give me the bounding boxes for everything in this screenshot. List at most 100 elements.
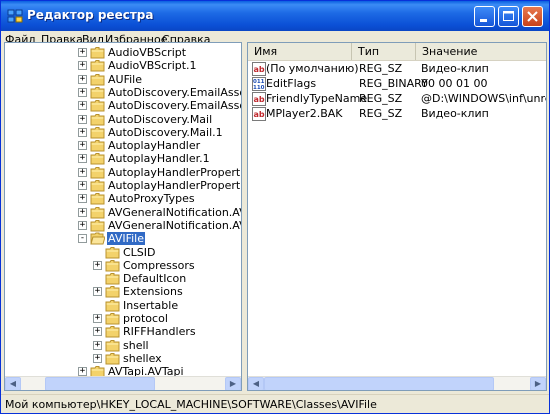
folder-icon [90,179,105,192]
expand-icon[interactable]: + [78,74,87,84]
scroll-left-button[interactable]: ◀ [248,377,264,390]
tree-item-label: AUFile [108,72,142,86]
column-header-value[interactable]: Значение [416,43,546,60]
list-item[interactable]: 011 110 EditFlags REG_BINARY 00 00 01 00 [248,77,546,91]
tree-item-label: AutoplayHandlerProperties.1 [108,179,241,192]
minimize-button[interactable] [474,6,495,27]
list-item[interactable]: ab FriendlyTypeName REG_SZ @D:\WINDOWS\inf\… [248,92,546,106]
scroll-thumb[interactable] [45,377,155,390]
expand-icon[interactable]: + [78,127,87,137]
svg-text:ab: ab [254,95,265,104]
scroll-right-button[interactable]: ▶ [530,377,546,390]
expand-icon[interactable]: + [93,327,102,337]
tree-item[interactable]: + Compressors [5,259,241,272]
expand-icon[interactable]: + [78,48,87,57]
tree-item-label: RIFFHandlers [123,325,196,339]
expand-icon[interactable]: + [78,101,87,111]
expand-icon[interactable]: + [78,181,87,190]
folder-icon [90,73,105,86]
expand-icon[interactable]: + [78,220,87,230]
expand-icon[interactable]: + [93,260,102,270]
tree-item[interactable]: + AVGeneralNotification.AVGenera [5,219,241,232]
expand-icon[interactable]: + [78,87,87,97]
value-name: EditFlags [266,77,317,90]
expand-icon[interactable]: + [93,287,102,297]
registry-key-tree[interactable]: + AVTapi.AVTapi + shellex + shell + RIFFHandler… [4,42,242,391]
tree-item[interactable]: + shell [5,339,241,352]
status-bar: Мой компьютер\HKEY_LOCAL_MACHINE\SOFTWAR… [1,394,549,413]
tree-item[interactable]: + AutoplayHandlerProperties.1 [5,179,241,192]
tree-item[interactable]: + AudioVBScript.1 [5,59,241,72]
expand-icon[interactable]: + [78,194,87,204]
list-item[interactable]: ab MPlayer2.BAK REG_SZ Видео-клип [248,107,546,121]
folder-open-icon [90,232,106,245]
tree-item[interactable]: + RIFFHandlers [5,325,241,338]
tree-item[interactable]: DefaultIcon [5,272,241,285]
expand-icon[interactable]: + [93,340,102,350]
tree-item[interactable]: - AVIFile [5,232,241,246]
tree-item[interactable]: + AutoDiscovery.Mail [5,113,241,126]
tree-item[interactable]: CLSID [5,246,241,259]
tree-item[interactable]: + AutoplayHandler.1 [5,152,241,165]
expand-icon[interactable]: + [93,314,102,323]
tree-item-label: AutoProxyTypes [108,192,195,206]
tree-item[interactable]: + AudioVBScript [5,46,241,59]
expand-icon[interactable]: + [78,367,87,377]
tree-item[interactable]: + AutoDiscovery.EmailAssociatio [5,99,241,112]
folder-icon [105,312,120,325]
expand-icon[interactable]: + [93,353,102,363]
list-item[interactable]: ab (По умолчанию) REG_SZ Видео-клип [248,62,546,76]
expand-icon[interactable]: + [78,207,87,217]
tree-item[interactable]: + protocol [5,312,241,325]
folder-icon [105,352,120,365]
collapse-icon[interactable]: - [78,234,87,244]
maximize-button[interactable] [498,6,519,27]
folder-icon [90,46,105,59]
tree-item-label: Extensions [123,285,183,299]
scroll-left-button[interactable]: ◀ [5,377,21,390]
registry-editor-icon [7,9,23,23]
close-button[interactable] [522,6,543,27]
tree-item[interactable]: + AVGeneralNotification.AVGenera [5,206,241,219]
value-value: @D:\WINDOWS\inf\unregmp2.e [421,92,546,105]
expand-icon[interactable]: + [78,61,87,71]
tree-item-label: AVGeneralNotification.AVGenera [108,218,241,232]
tree-item[interactable]: + AutoProxyTypes [5,192,241,205]
tree-item-label: AVIFile [107,232,145,246]
list-horizontal-scrollbar[interactable]: ◀ ▶ [248,376,546,390]
tree-item-label: AutoDiscovery.Mail [108,112,213,126]
tree-item[interactable]: + AutoplayHandlerProperties [5,166,241,179]
string-value-icon: ab [252,107,266,121]
tree-item[interactable]: + Extensions [5,285,241,298]
tree-item-label: AudioVBScript.1 [108,59,197,73]
title-bar[interactable]: Редактор реестра [1,1,549,31]
tree-item-label: protocol [123,312,168,325]
tree-item[interactable]: + AutoDiscovery.EmailAssociatio [5,86,241,99]
tree-item[interactable]: + AutoDiscovery.Mail.1 [5,126,241,139]
folder-icon [105,299,120,312]
folder-icon [105,339,120,352]
tree-item-label: AutoplayHandler [108,139,201,153]
tree-item[interactable]: + shellex [5,352,241,365]
tree-item-label: DefaultIcon [123,272,187,286]
column-header-type[interactable]: Тип [352,43,416,60]
folder-icon [105,246,120,259]
tree-item[interactable]: Insertable [5,299,241,312]
expand-icon[interactable]: + [78,154,87,164]
expand-icon[interactable]: + [78,141,87,151]
column-header-name[interactable]: Имя [248,43,352,60]
scroll-right-button[interactable]: ▶ [225,377,241,390]
folder-icon [90,139,105,152]
window-title: Редактор реестра [27,8,154,22]
value-value: Видео-клип [421,62,489,75]
tree-item[interactable]: + AutoplayHandler [5,139,241,152]
tree-horizontal-scrollbar[interactable]: ◀ ▶ [5,376,241,390]
expand-icon[interactable]: + [78,167,87,177]
tree-item[interactable]: + AUFile [5,73,241,86]
folder-icon [90,126,105,139]
scroll-thumb[interactable] [264,377,494,390]
registry-values-list[interactable]: Имя Тип Значение ◀ ▶ ab (По умолчанию) REG… [247,42,547,391]
tree-item-label: AutoDiscovery.EmailAssociatio [108,99,241,113]
expand-icon[interactable]: + [78,114,87,124]
folder-icon [90,152,105,165]
